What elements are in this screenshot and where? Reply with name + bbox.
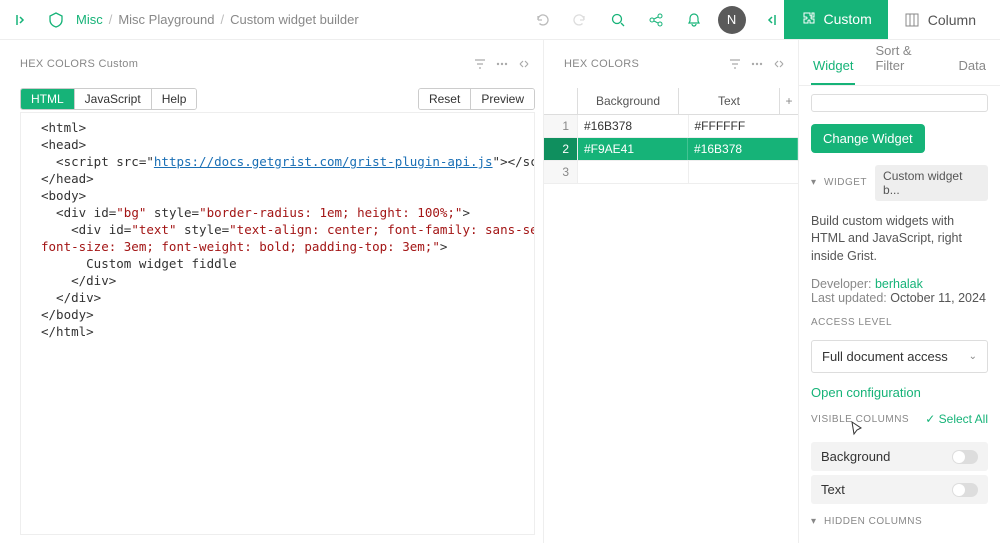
- widget-description: Build custom widgets with HTML and JavaS…: [811, 213, 988, 266]
- expand-icon[interactable]: [517, 57, 531, 71]
- toggle[interactable]: [952, 483, 978, 497]
- tab-js[interactable]: JavaScript: [75, 89, 152, 109]
- doc-icon[interactable]: [42, 6, 70, 34]
- open-configuration-link[interactable]: Open configuration: [811, 385, 988, 400]
- table-row[interactable]: 1 #16B378 #FFFFFF: [544, 115, 798, 138]
- chevron-down-icon[interactable]: ▾: [811, 177, 816, 188]
- table-row[interactable]: 3: [544, 161, 798, 184]
- column-button[interactable]: Column: [888, 0, 992, 40]
- col-text[interactable]: Text: [679, 88, 780, 114]
- bell-icon[interactable]: [680, 6, 708, 34]
- visible-col-text[interactable]: Text: [811, 475, 988, 504]
- change-widget-button[interactable]: Change Widget: [811, 124, 925, 153]
- left-pane: HEX COLORS Custom HTML JavaScript Help R…: [0, 40, 544, 543]
- right-pane: Widget Sort & Filter Data Change Widget …: [799, 40, 1000, 543]
- tab-help[interactable]: Help: [152, 89, 197, 109]
- toggle[interactable]: [952, 450, 978, 464]
- mid-pane: HEX COLORS Background Text + 1 #16B378 #…: [544, 40, 799, 543]
- tab-html[interactable]: HTML: [21, 89, 75, 109]
- tab-sort[interactable]: Sort & Filter: [873, 40, 938, 85]
- description-input[interactable]: [811, 94, 988, 112]
- crumb-playground[interactable]: Misc Playground: [118, 12, 214, 27]
- share-icon[interactable]: [642, 6, 670, 34]
- hidden-columns-label: HIDDEN COLUMNS: [824, 516, 922, 527]
- table-row[interactable]: 2 #F9AE41 #16B378: [544, 138, 798, 161]
- left-title: HEX COLORS Custom: [20, 58, 138, 70]
- data-grid[interactable]: Background Text + 1 #16B378 #FFFFFF 2 #F…: [544, 88, 798, 184]
- filter-icon[interactable]: [473, 57, 487, 71]
- expand-icon[interactable]: [772, 57, 786, 71]
- visible-columns-label: VISIBLE COLUMNS: [811, 414, 909, 425]
- widget-name-badge[interactable]: Custom widget b...: [875, 165, 988, 201]
- widget-section-label: WIDGET: [824, 177, 867, 188]
- reset-button[interactable]: Reset: [419, 89, 471, 109]
- undo-icon[interactable]: [528, 6, 556, 34]
- crumb-page[interactable]: Custom widget builder: [230, 12, 359, 27]
- dots-icon[interactable]: [495, 57, 509, 71]
- select-all-link[interactable]: ✓ Select All: [925, 412, 988, 426]
- topbar: Misc / Misc Playground / Custom widget b…: [0, 0, 1000, 40]
- preview-button[interactable]: Preview: [471, 89, 534, 109]
- dots-icon[interactable]: [750, 57, 764, 71]
- code-editor[interactable]: <html> <head> <script src="https://docs.…: [20, 112, 535, 535]
- visible-col-background[interactable]: Background: [811, 442, 988, 471]
- panel-left-icon[interactable]: [8, 6, 36, 34]
- access-level-label: ACCESS LEVEL: [811, 317, 988, 328]
- mid-title: HEX COLORS: [564, 58, 639, 70]
- puzzle-icon: [800, 11, 816, 27]
- add-column[interactable]: +: [780, 88, 798, 114]
- chevron-down-icon[interactable]: ▾: [811, 516, 816, 527]
- col-background[interactable]: Background: [578, 88, 679, 114]
- redo-icon[interactable]: [566, 6, 594, 34]
- crumb-misc[interactable]: Misc: [76, 12, 103, 27]
- avatar[interactable]: N: [718, 6, 746, 34]
- developer-link[interactable]: berhalak: [875, 277, 923, 291]
- search-icon[interactable]: [604, 6, 632, 34]
- filter-icon[interactable]: [728, 57, 742, 71]
- tab-data[interactable]: Data: [957, 48, 988, 85]
- code-tabs: HTML JavaScript Help: [20, 88, 197, 110]
- custom-button[interactable]: Custom: [784, 0, 888, 39]
- chevron-down-icon: ⌄: [969, 351, 977, 362]
- breadcrumb: Misc / Misc Playground / Custom widget b…: [76, 12, 359, 27]
- tab-widget[interactable]: Widget: [811, 48, 855, 85]
- column-icon: [904, 12, 920, 28]
- panel-right-icon[interactable]: [756, 6, 784, 34]
- access-level-select[interactable]: Full document access ⌄: [811, 340, 988, 373]
